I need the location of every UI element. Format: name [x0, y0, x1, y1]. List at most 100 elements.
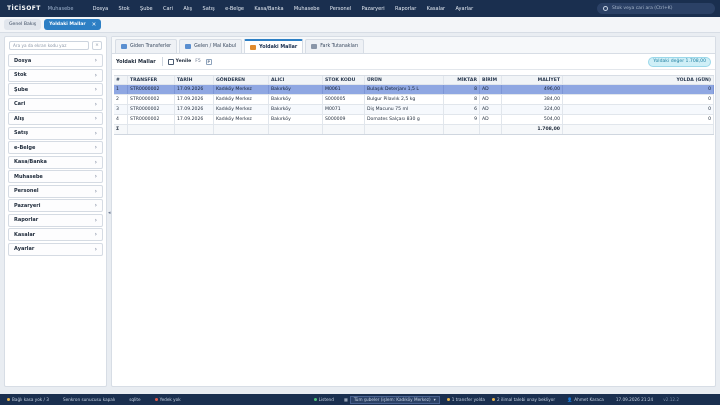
col-header[interactable]: ALICI — [269, 76, 323, 84]
tab-giden-transferler[interactable]: Giden Transferler — [115, 39, 178, 53]
transit-value-badge: Yoldaki değer 1.708,00 — [648, 56, 711, 67]
menu-item-pazaryeri[interactable]: Pazaryeri — [356, 6, 389, 12]
chevron-down-icon: ▾ — [433, 397, 436, 402]
col-header[interactable]: YOLDA (GÜN) — [563, 76, 714, 84]
sidebar-item-pazaryeri[interactable]: Pazaryeri › — [8, 199, 103, 212]
status-online: Listend — [313, 397, 334, 402]
sidebar-item-sube[interactable]: Şube › — [8, 83, 103, 96]
tab-fark-tutanaklari[interactable]: Fark Tutanakları — [305, 39, 365, 53]
total-cost: 1.708,00 — [502, 125, 563, 134]
col-header[interactable]: MİKTAR — [444, 76, 480, 84]
menu-item-raporlar[interactable]: Raporlar — [390, 6, 422, 12]
col-header[interactable]: TARİH — [175, 76, 214, 84]
warning-dot-icon — [154, 398, 158, 401]
sidebar-item-muhasebe[interactable]: Muhasebe › — [8, 170, 103, 183]
status-user[interactable]: 👤 Ahmet Karaca — [567, 397, 604, 403]
approval-dot-icon — [492, 398, 495, 401]
table-row[interactable]: 3 STR0000002 17.09.2026 Kadıköy Merkez B… — [114, 105, 714, 115]
status-backup: Yedek yok — [154, 397, 181, 402]
status-version: v2.12.2 — [663, 397, 680, 402]
menu-item-kasa-banka[interactable]: Kasa/Banka — [249, 6, 289, 12]
chevron-right-icon: › — [94, 71, 97, 79]
col-header[interactable]: TRANSFER — [128, 76, 175, 84]
col-header[interactable]: # — [114, 76, 128, 84]
chevron-right-icon: › — [94, 245, 97, 253]
menu-item-dosya[interactable]: Dosya — [87, 6, 113, 12]
chevron-right-icon: › — [94, 187, 97, 195]
tab-yoldaki-mallar[interactable]: Yoldaki Mallar ✕ — [44, 19, 102, 30]
status-register: Bağlı kasa yok / 3 — [7, 397, 49, 402]
chevron-right-icon: › — [94, 129, 97, 137]
table-row[interactable]: 1 STR0000002 17.09.2026 Kadıköy Merkez B… — [114, 85, 714, 95]
user-icon: 👤 — [567, 396, 573, 402]
col-header[interactable]: GÖNDEREN — [214, 76, 269, 84]
chevron-right-icon: › — [94, 216, 97, 224]
status-transfer[interactable]: 1 transfer yolda — [446, 397, 485, 402]
global-search-input[interactable]: Stok veya cari ara (Ctrl+K) — [597, 3, 715, 14]
chevron-right-icon: › — [94, 100, 97, 108]
sidebar-filter-input[interactable]: Ara ya da ekran kodu yaz — [9, 41, 89, 50]
table-header: # TRANSFER TARİH GÖNDEREN ALICI STOK KOD… — [114, 75, 714, 85]
sidebar: Ara ya da ekran kodu yaz ⨯ Dosya › Stok › … — [4, 36, 107, 387]
menu-item-alis[interactable]: Alış — [178, 6, 197, 12]
truck-icon — [250, 44, 257, 50]
menu-item-personel[interactable]: Personel — [325, 6, 357, 12]
menu-item-satis[interactable]: Satış — [197, 6, 220, 12]
sidebar-item-dosya[interactable]: Dosya › — [8, 54, 103, 67]
main-panel: Giden Transferler Gelen / Mal Kabul Yold… — [111, 36, 716, 387]
outgoing-icon — [121, 44, 127, 49]
sidebar-item-cari[interactable]: Cari › — [8, 97, 103, 111]
chevron-right-icon: › — [94, 173, 97, 180]
sidebar-item-satis[interactable]: Satış › — [8, 126, 103, 140]
menu-item-sube[interactable]: Şube — [135, 6, 158, 12]
sidebar-item-stok[interactable]: Stok › — [8, 68, 103, 82]
tab-yoldaki-mallar-sub[interactable]: Yoldaki Mallar — [244, 39, 304, 53]
col-header[interactable]: MALİYET — [502, 76, 563, 84]
table-row[interactable]: 4 STR0000002 17.09.2026 Kadıköy Merkez B… — [114, 115, 714, 125]
online-dot-icon — [313, 398, 317, 401]
col-header[interactable]: ÜRÜN — [365, 76, 444, 84]
page-tab-bar: Genel Bakış Yoldaki Mallar ✕ — [0, 17, 720, 33]
table-row[interactable]: 2 STR0000002 17.09.2026 Kadıköy Merkez B… — [114, 95, 714, 105]
sidebar-item-alis[interactable]: Alış › — [8, 112, 103, 125]
table-total-row: Σ 1.708,00 — [114, 125, 714, 135]
sidebar-item-personel[interactable]: Personel › — [8, 184, 103, 198]
app-logo: TİCİSOFT — [7, 5, 41, 12]
search-placeholder: Stok veya cari ara (Ctrl+K) — [612, 6, 673, 11]
divider — [161, 57, 163, 66]
sidebar-item-kasalar[interactable]: Kasalar › — [8, 228, 103, 241]
status-dot-icon — [7, 398, 10, 401]
chevron-right-icon: › — [94, 231, 97, 238]
panel-title: Yoldaki Mallar — [116, 58, 156, 65]
menu-item-cari[interactable]: Cari — [158, 6, 178, 12]
col-header[interactable]: STOK KODU — [323, 76, 365, 84]
close-icon[interactable]: ✕ — [92, 22, 97, 28]
top-bar: TİCİSOFT Muhasebe Dosya Stok Şube Cari A… — [0, 0, 720, 17]
sidebar-item-ayarlar[interactable]: Ayarlar › — [8, 242, 103, 256]
app-subtitle: Muhasebe — [47, 5, 74, 12]
pin-icon[interactable]: P — [205, 58, 212, 65]
sidebar-item-kasa-banka[interactable]: Kasa/Banka › — [8, 155, 103, 169]
clear-filter-button[interactable]: ⨯ — [92, 41, 102, 50]
col-header[interactable]: BİRİM — [480, 76, 502, 84]
status-approval[interactable]: 2 ilimal talebi onay bekliyor — [492, 397, 555, 402]
menu-item-ebelge[interactable]: e-Belge — [220, 6, 249, 12]
menu-item-stok[interactable]: Stok — [113, 6, 134, 12]
tab-gelen-mal-kabul[interactable]: Gelen / Mal Kabul — [179, 39, 243, 53]
menu-item-ayarlar[interactable]: Ayarlar — [450, 6, 478, 12]
chevron-right-icon: › — [94, 202, 97, 209]
sidebar-item-ebelge[interactable]: e-Belge › — [8, 141, 103, 154]
status-datetime: 17.09.2026 21:24 — [615, 397, 654, 402]
sidebar-item-raporlar[interactable]: Raporlar › — [8, 213, 103, 227]
chevron-right-icon: › — [94, 144, 97, 151]
search-icon — [603, 6, 608, 11]
branch-selector[interactable]: ▦ Tüm şubeler (işlem: Kadıköy Merkez) ▾ — [343, 395, 440, 404]
refresh-button[interactable]: Yenile F5 P — [167, 58, 212, 65]
chevron-right-icon: › — [94, 57, 97, 64]
chevron-right-icon: › — [94, 86, 97, 93]
tab-genel-bakis[interactable]: Genel Bakış — [4, 19, 42, 30]
grid-icon: ▦ — [343, 397, 348, 402]
menu-item-muhasebe[interactable]: Muhasebe — [289, 6, 325, 12]
incoming-icon — [185, 44, 192, 49]
menu-item-kasalar[interactable]: Kasalar — [421, 6, 450, 12]
